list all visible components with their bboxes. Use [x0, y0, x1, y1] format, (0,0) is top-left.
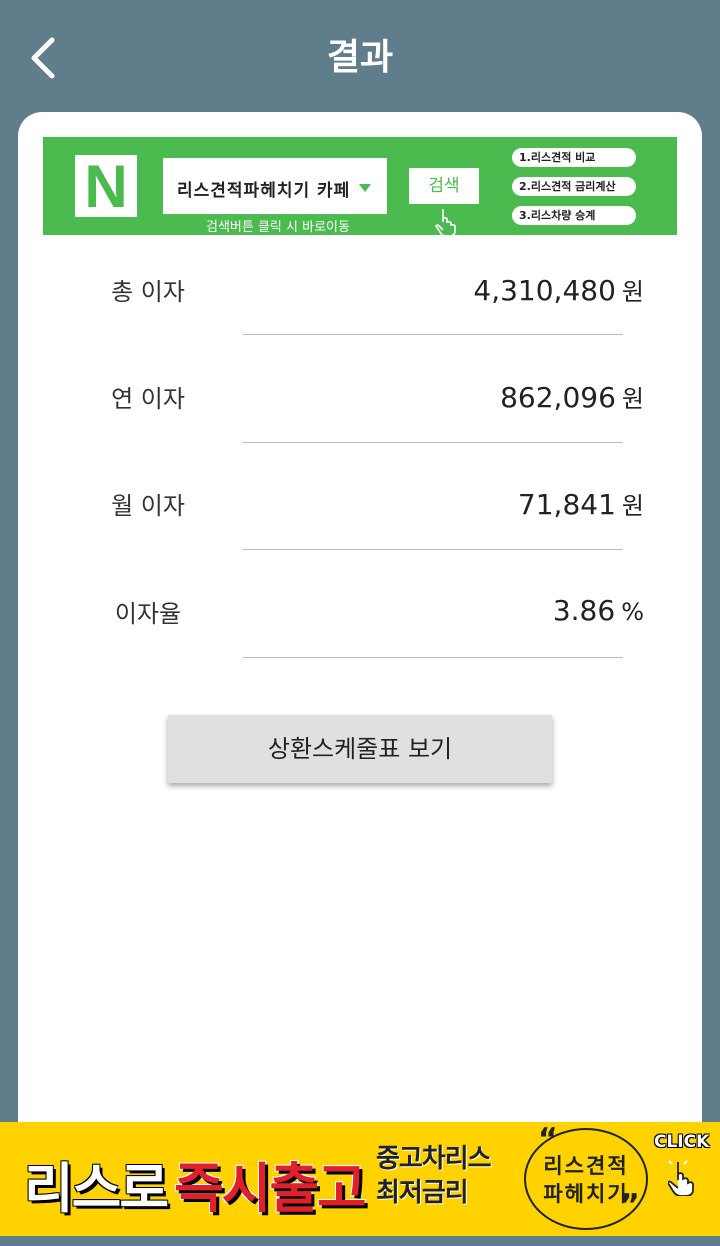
monthly-interest-label: 월 이자 [111, 492, 185, 520]
interest-rate-label: 이자율 [114, 600, 182, 628]
yearly-interest-label: 연 이자 [111, 385, 185, 413]
caret-down-icon [359, 184, 371, 192]
ad-text-instant: 즉시출고 [174, 1157, 367, 1220]
monthly-interest-value: 71,841 원 [517, 488, 644, 521]
banner-link-2[interactable]: 2.리스견적 금리계산 [512, 177, 636, 196]
banner-link-3[interactable]: 3.리스차량 승계 [512, 206, 636, 225]
banner-search-text: 리스견적파헤치기 카페 [177, 181, 351, 201]
divider [243, 334, 623, 335]
banner-search-box: 리스견적파헤치기 카페 [163, 158, 387, 214]
yearly-interest-value: 862,096 원 [500, 381, 644, 414]
banner-link-1[interactable]: 1.리스견적 비교 [512, 148, 636, 167]
banner-hint: 검색버튼 클릭 시 바로이동 [206, 220, 350, 235]
total-interest-label: 총 이자 [111, 278, 185, 306]
quote-close-icon: ” [620, 1188, 640, 1223]
ad-text-used-car: 중고차리스 최저금리 [376, 1144, 492, 1208]
banner-search-button[interactable]: 검색 [409, 168, 479, 204]
divider [243, 549, 623, 550]
naver-cafe-banner[interactable]: N 리스견적파헤치기 카페 검색버튼 클릭 시 바로이동 검색 1.리스견적 비… [43, 137, 677, 235]
page-title: 결과 [326, 37, 394, 78]
ad-click-label: CLICK [654, 1132, 710, 1152]
pointer-hand-icon [435, 209, 456, 235]
interest-rate-value: 3.86% [552, 594, 644, 627]
view-schedule-button[interactable]: 상환스케줄표 보기 [168, 715, 552, 783]
divider [243, 442, 623, 443]
pointer-hand-icon [668, 1160, 694, 1196]
total-interest-value: 4,310,480 원 [473, 274, 644, 307]
result-card: N 리스견적파헤치기 카페 검색버튼 클릭 시 바로이동 검색 1.리스견적 비… [18, 112, 702, 1152]
ad-text-lease: 리스로 [24, 1157, 169, 1220]
naver-logo: N [75, 155, 137, 219]
divider [243, 657, 623, 658]
bottom-strip [0, 1236, 720, 1246]
app-header: 결과 [0, 0, 720, 112]
bottom-ad-banner[interactable]: 리스로 즉시출고 중고차리스 최저금리 “ 리스견적 파헤치기 ” CLICK [0, 1122, 720, 1236]
